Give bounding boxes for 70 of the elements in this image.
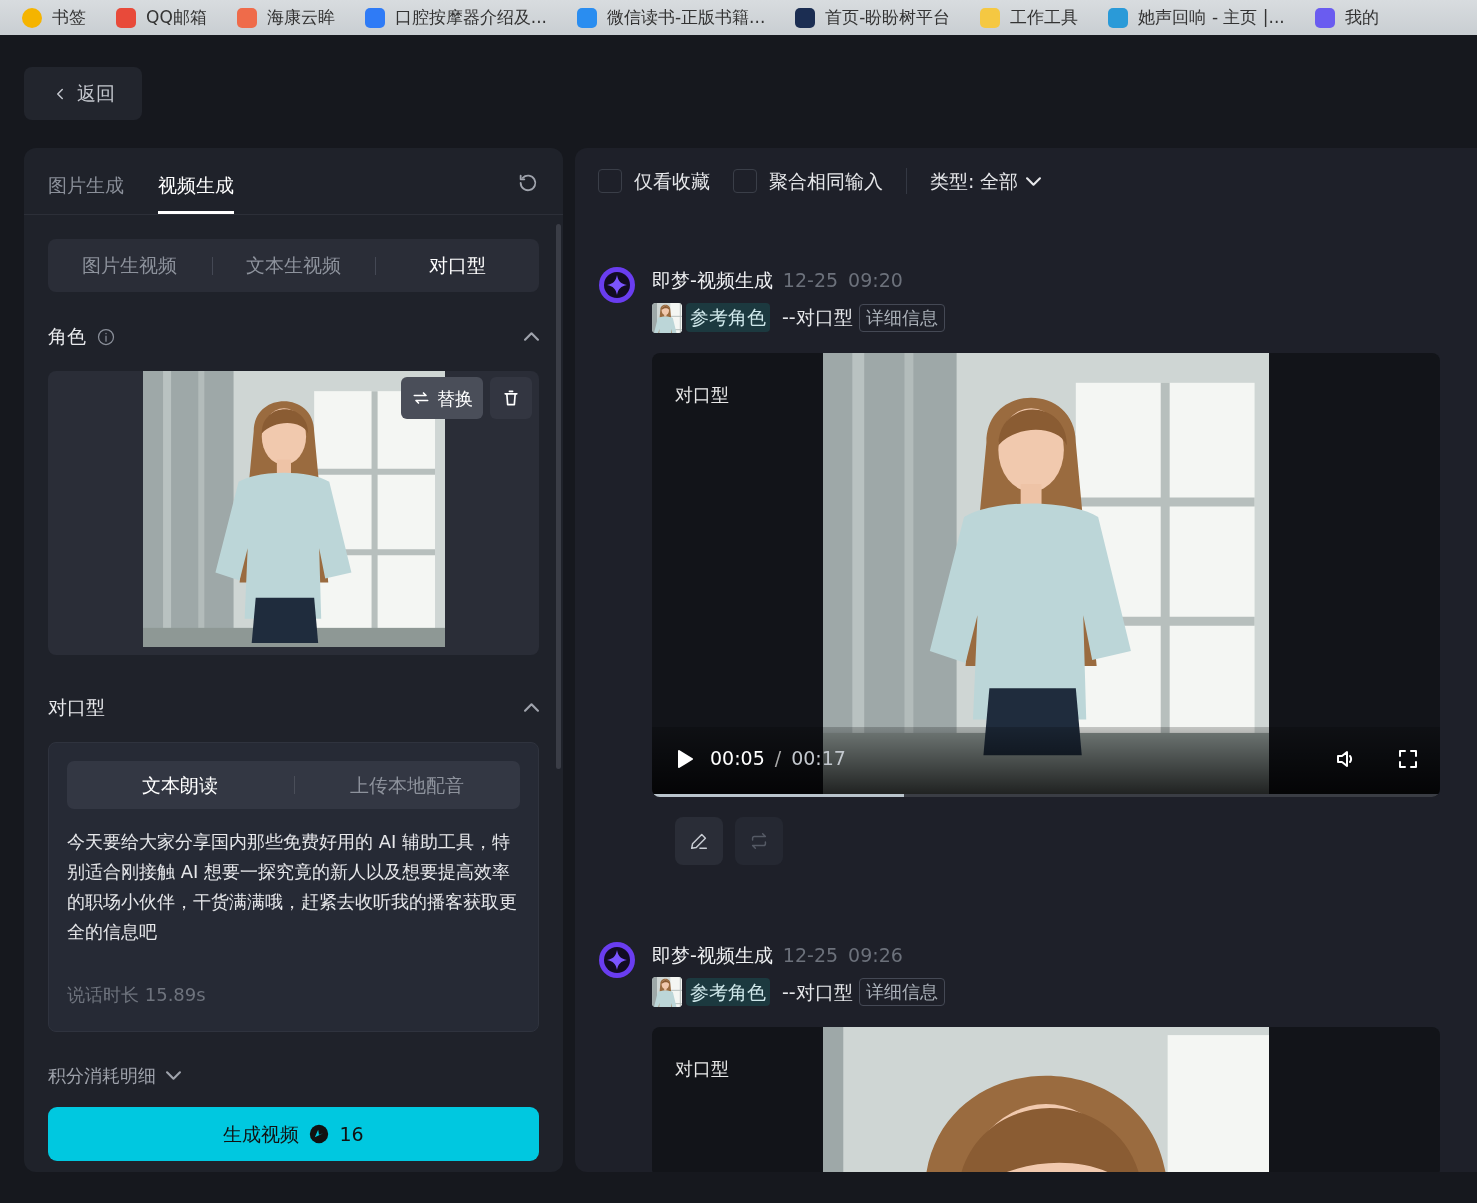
section-title: 角色 [48, 324, 86, 350]
source-tab[interactable]: 文本朗读 [67, 761, 294, 809]
app-logo-icon [598, 266, 636, 304]
progress-track[interactable] [652, 793, 1440, 797]
section-title: 对口型 [48, 695, 105, 721]
source-tab[interactable]: 上传本地配音 [293, 761, 520, 809]
video-player[interactable]: 对口型 00:05 / 00:17 [652, 352, 1440, 797]
video-label: 对口型 [675, 1057, 729, 1081]
scrollbar[interactable] [556, 224, 561, 769]
bookmark[interactable]: QQ邮箱 [116, 4, 207, 31]
bookmark[interactable]: 微信读书-正版书籍... [577, 4, 766, 31]
time-separator: / [774, 746, 782, 772]
chevron-up-icon[interactable] [524, 332, 539, 341]
bookmark[interactable]: 海康云眸 [236, 4, 335, 31]
mode-tab[interactable]: 对口型 [375, 239, 539, 292]
cost-details-link[interactable]: 积分消耗明细 [48, 1062, 181, 1089]
bookmark-icon [980, 7, 1001, 28]
script-text[interactable]: 今天要给大家分享国内那些免费好用的 AI 辅助工具，特别适合刚接触 AI 想要一探究竟的新人以及想要提高效率的职场小伙伴，干货满满哦，赶紧去收听我的播客获取更全的信息吧 [67, 827, 520, 947]
refresh-icon[interactable] [517, 172, 539, 194]
reference-tag: 参考角色 [686, 977, 770, 1007]
generate-button[interactable]: 生成视频 16 [48, 1107, 539, 1161]
total-time: 00:17 [791, 746, 846, 772]
chevron-down-icon [1026, 176, 1042, 186]
checkbox[interactable] [598, 169, 622, 193]
bookmark[interactable]: 首页-盼盼树平台 [795, 4, 951, 31]
replace-button[interactable]: 替换 [401, 377, 483, 419]
mode-tab[interactable]: 文本生视频 [211, 239, 376, 292]
info-icon [96, 326, 116, 347]
edit-button[interactable] [675, 816, 723, 865]
delete-button[interactable] [490, 377, 532, 419]
bookmark[interactable]: 口腔按摩器介绍及... [364, 4, 547, 31]
mode-text: --对口型 [782, 979, 853, 1005]
reference-tag: 参考角色 [686, 303, 770, 332]
video-player[interactable]: 对口型 [652, 1027, 1440, 1172]
tab[interactable]: 视频生成 [158, 170, 234, 214]
result-source: 即梦-视频生成 [652, 943, 773, 966]
bookmark-icon [577, 7, 597, 28]
result-date: 12-25 [782, 943, 839, 966]
bookmark-icon [116, 7, 136, 28]
bookmark-icon [1108, 7, 1129, 28]
details-button[interactable]: 详细信息 [858, 303, 945, 332]
duration-text: 说话时长 15.89s [67, 983, 207, 1007]
credit-icon [309, 1124, 330, 1144]
current-time: 00:05 [710, 746, 765, 772]
chevron-up-icon[interactable] [524, 703, 539, 712]
video-label: 对口型 [675, 382, 729, 407]
result-time: 09:20 [848, 269, 903, 291]
app-logo-icon [598, 940, 636, 979]
bookmark[interactable]: 我的 [1314, 4, 1379, 31]
bookmark[interactable]: 工作工具 [980, 4, 1079, 31]
result-time: 09:26 [848, 943, 903, 966]
result-source: 即梦-视频生成 [652, 269, 773, 291]
details-button[interactable]: 详细信息 [858, 978, 945, 1006]
tab[interactable]: 图片生成 [48, 170, 124, 214]
bookmark-icon [22, 7, 42, 28]
bookmark[interactable]: 书签 [22, 4, 86, 31]
back-button[interactable]: 返回 [24, 67, 142, 120]
bookmark-icon [236, 7, 257, 28]
bookmark-icon [795, 7, 816, 28]
checkbox-label[interactable]: 仅看收藏 [634, 166, 710, 196]
checkbox[interactable] [733, 169, 757, 193]
result-date: 12-25 [782, 269, 839, 291]
bookmark[interactable]: 她声回响 - 主页 |... [1108, 4, 1285, 31]
bookmark-icon [1314, 7, 1335, 28]
type-dropdown[interactable]: 类型: 全部 [930, 166, 1042, 196]
mode-text: --对口型 [782, 305, 853, 331]
checkbox-label[interactable]: 聚合相同输入 [769, 166, 883, 196]
mode-tab[interactable]: 图片生视频 [48, 239, 212, 292]
bookmark-icon [364, 7, 385, 28]
trash-icon [501, 388, 521, 408]
